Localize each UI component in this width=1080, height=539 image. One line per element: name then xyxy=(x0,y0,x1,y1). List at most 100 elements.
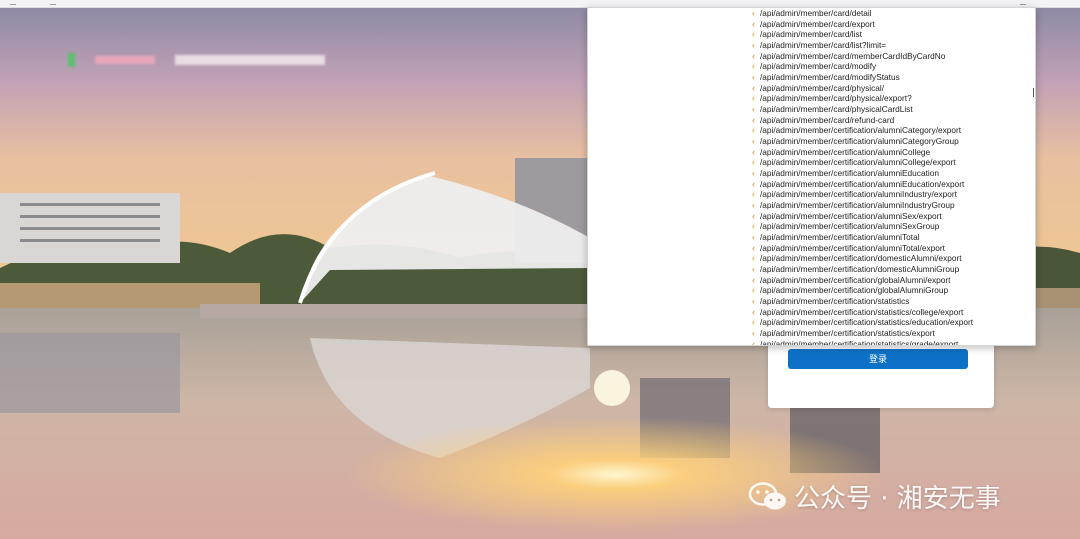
history-chevron-icon: ‹ xyxy=(752,232,755,243)
autocomplete-item-text: /api/admin/member/card/physical/export? xyxy=(760,93,912,104)
autocomplete-item[interactable]: ‹ /api/admin/member/certification/alumniC… xyxy=(752,125,973,136)
autocomplete-item[interactable]: ‹ /api/admin/member/certification/alumniE… xyxy=(752,168,973,179)
autocomplete-item[interactable]: ‹ /api/admin/member/certification/statist… xyxy=(752,338,973,346)
history-chevron-icon: ‹ xyxy=(752,264,755,275)
autocomplete-item[interactable]: ‹ /api/admin/member/certification/statist… xyxy=(752,296,973,307)
watermark-text: 公众号 · 湘安无事 xyxy=(794,484,1001,514)
autocomplete-dropdown[interactable]: ‹ /api/admin/member/card/detail ‹ /api/admi… xyxy=(587,7,1036,346)
history-chevron-icon: ‹ xyxy=(752,210,755,221)
history-chevron-icon: ‹ xyxy=(752,200,755,211)
autocomplete-item[interactable]: ‹ /api/admin/member/certification/alumniS… xyxy=(752,211,973,222)
autocomplete-item[interactable]: ‹ /api/admin/member/card/modifyStatus xyxy=(752,72,973,83)
autocomplete-item-text: /api/admin/member/card/memberCardIdByCar… xyxy=(760,50,946,61)
autocomplete-item[interactable]: ‹ /api/admin/member/certification/alumniI… xyxy=(752,200,973,211)
autocomplete-item-text: /api/admin/member/certification/statisti… xyxy=(760,317,974,328)
autocomplete-item-text: /api/admin/member/certification/statisti… xyxy=(760,328,935,339)
autocomplete-item-text: /api/admin/member/certification/alumniCo… xyxy=(760,146,931,157)
autocomplete-item-text: /api/admin/member/certification/alumniCa… xyxy=(760,125,962,136)
autocomplete-item[interactable]: ‹ /api/admin/member/card/memberCardIdByCa… xyxy=(752,51,973,62)
history-chevron-icon: ‹ xyxy=(752,18,755,29)
history-chevron-icon: ‹ xyxy=(752,136,755,147)
dropdown-scrollbar[interactable] xyxy=(1033,88,1034,97)
autocomplete-item[interactable]: ‹ /api/admin/member/certification/alumniC… xyxy=(752,136,973,147)
autocomplete-item[interactable]: ‹ /api/admin/member/certification/domesti… xyxy=(752,264,973,275)
autocomplete-item[interactable]: ‹ /api/admin/member/card/physicalCardList xyxy=(752,104,973,115)
autocomplete-item-text: /api/admin/member/card/list?limit= xyxy=(760,40,887,51)
autocomplete-item-text: /api/admin/member/card/physical/ xyxy=(760,82,885,93)
history-chevron-icon: ‹ xyxy=(752,93,755,104)
autocomplete-item[interactable]: ‹ /api/admin/member/certification/globalA… xyxy=(752,275,973,286)
history-chevron-icon: ‹ xyxy=(752,168,755,179)
autocomplete-item[interactable]: ‹ /api/admin/member/certification/alumniT… xyxy=(752,232,973,243)
autocomplete-item[interactable]: ‹ /api/admin/member/certification/alumniE… xyxy=(752,179,973,190)
autocomplete-item-text: /api/admin/member/certification/globalAl… xyxy=(760,285,949,296)
autocomplete-item-text: /api/admin/member/certification/alumniCo… xyxy=(760,157,956,168)
history-chevron-icon: ‹ xyxy=(752,178,755,189)
history-chevron-icon: ‹ xyxy=(752,72,755,83)
wechat-icon xyxy=(748,481,786,509)
autocomplete-item[interactable]: ‹ /api/admin/member/certification/alumniC… xyxy=(752,147,973,158)
history-chevron-icon: ‹ xyxy=(752,125,755,136)
history-chevron-icon: ‹ xyxy=(752,189,755,200)
autocomplete-item[interactable]: ‹ /api/admin/member/certification/alumniI… xyxy=(752,189,973,200)
autocomplete-item[interactable]: ‹ /api/admin/member/certification/alumniS… xyxy=(752,221,973,232)
autocomplete-item-text: /api/admin/member/card/refund-card xyxy=(760,114,895,125)
autocomplete-item[interactable]: ‹ /api/admin/member/card/list?limit= xyxy=(752,40,973,51)
login-button[interactable]: 登录 xyxy=(788,349,968,369)
autocomplete-item-text: /api/admin/member/card/modifyStatus xyxy=(760,72,900,83)
autocomplete-item-text: /api/admin/member/certification/alumniSe… xyxy=(760,210,942,221)
history-chevron-icon: ‹ xyxy=(752,285,755,296)
autocomplete-item[interactable]: ‹ /api/admin/member/card/export xyxy=(752,19,973,30)
autocomplete-item-text: /api/admin/member/certification/domestic… xyxy=(760,253,962,264)
history-chevron-icon: ‹ xyxy=(752,296,755,307)
back-icon[interactable] xyxy=(10,0,16,5)
history-chevron-icon: ‹ xyxy=(752,29,755,40)
autocomplete-item[interactable]: ‹ /api/admin/member/card/physical/export? xyxy=(752,93,973,104)
blurred-brand xyxy=(68,53,325,67)
autocomplete-item[interactable]: ‹ /api/admin/member/certification/statist… xyxy=(752,307,973,318)
history-chevron-icon: ‹ xyxy=(752,114,755,125)
history-chevron-icon: ‹ xyxy=(752,82,755,93)
history-chevron-icon: ‹ xyxy=(752,61,755,72)
autocomplete-item-text: /api/admin/member/card/list xyxy=(760,29,862,40)
forward-icon[interactable] xyxy=(50,0,56,5)
autocomplete-item-text: /api/admin/member/certification/alumniSe… xyxy=(760,221,940,232)
history-chevron-icon: ‹ xyxy=(752,306,755,317)
history-chevron-icon: ‹ xyxy=(752,274,755,285)
autocomplete-item-text: /api/admin/member/certification/alumniEd… xyxy=(760,178,965,189)
autocomplete-item-text: /api/admin/member/certification/alumniTo… xyxy=(760,232,920,243)
autocomplete-item[interactable]: ‹ /api/admin/member/certification/globalA… xyxy=(752,285,973,296)
wechat-watermark: 公众号 · 湘安无事 xyxy=(748,478,1001,515)
autocomplete-item-text: /api/admin/member/certification/statisti… xyxy=(760,306,964,317)
autocomplete-item-text: /api/admin/member/certification/alumniIn… xyxy=(760,189,957,200)
autocomplete-item-text: /api/admin/member/certification/statisti… xyxy=(760,296,910,307)
history-chevron-icon: ‹ xyxy=(752,328,755,339)
autocomplete-item[interactable]: ‹ /api/admin/member/certification/statist… xyxy=(752,317,973,328)
autocomplete-item-text: /api/admin/member/certification/alumniIn… xyxy=(760,200,955,211)
autocomplete-item[interactable]: ‹ /api/admin/member/card/physical/ xyxy=(752,83,973,94)
autocomplete-list: ‹ /api/admin/member/card/detail ‹ /api/admi… xyxy=(752,8,973,346)
autocomplete-item[interactable]: ‹ /api/admin/member/certification/alumniC… xyxy=(752,157,973,168)
autocomplete-item-text: /api/admin/member/card/modify xyxy=(760,61,877,72)
autocomplete-item[interactable]: ‹ /api/admin/member/certification/domesti… xyxy=(752,253,973,264)
autocomplete-item[interactable]: ‹ /api/admin/member/certification/statist… xyxy=(752,328,973,339)
autocomplete-item[interactable]: ‹ /api/admin/member/certification/alumniT… xyxy=(752,243,973,254)
autocomplete-item[interactable]: ‹ /api/admin/member/card/list xyxy=(752,29,973,40)
autocomplete-item[interactable]: ‹ /api/admin/member/card/modify xyxy=(752,61,973,72)
history-chevron-icon: ‹ xyxy=(752,317,755,328)
history-chevron-icon: ‹ xyxy=(752,104,755,115)
autocomplete-item-text: /api/admin/member/certification/statisti… xyxy=(760,338,959,346)
autocomplete-item-text: /api/admin/member/card/physicalCardList xyxy=(760,104,913,115)
history-chevron-icon: ‹ xyxy=(752,8,755,18)
history-chevron-icon: ‹ xyxy=(752,338,755,346)
history-chevron-icon: ‹ xyxy=(752,157,755,168)
login-card: 登录 xyxy=(768,336,994,408)
autocomplete-item-text: /api/admin/member/certification/alumniCa… xyxy=(760,136,959,147)
autocomplete-item-text: /api/admin/member/certification/globalAl… xyxy=(760,274,951,285)
autocomplete-item[interactable]: ‹ /api/admin/member/card/refund-card xyxy=(752,115,973,126)
autocomplete-item[interactable]: ‹ /api/admin/member/card/detail xyxy=(752,8,973,19)
autocomplete-item-text: /api/admin/member/card/detail xyxy=(760,8,872,18)
brand-name-blurred xyxy=(95,56,155,64)
extension-icon[interactable] xyxy=(1020,0,1026,5)
autocomplete-item-text: /api/admin/member/certification/alumniEd… xyxy=(760,168,939,179)
